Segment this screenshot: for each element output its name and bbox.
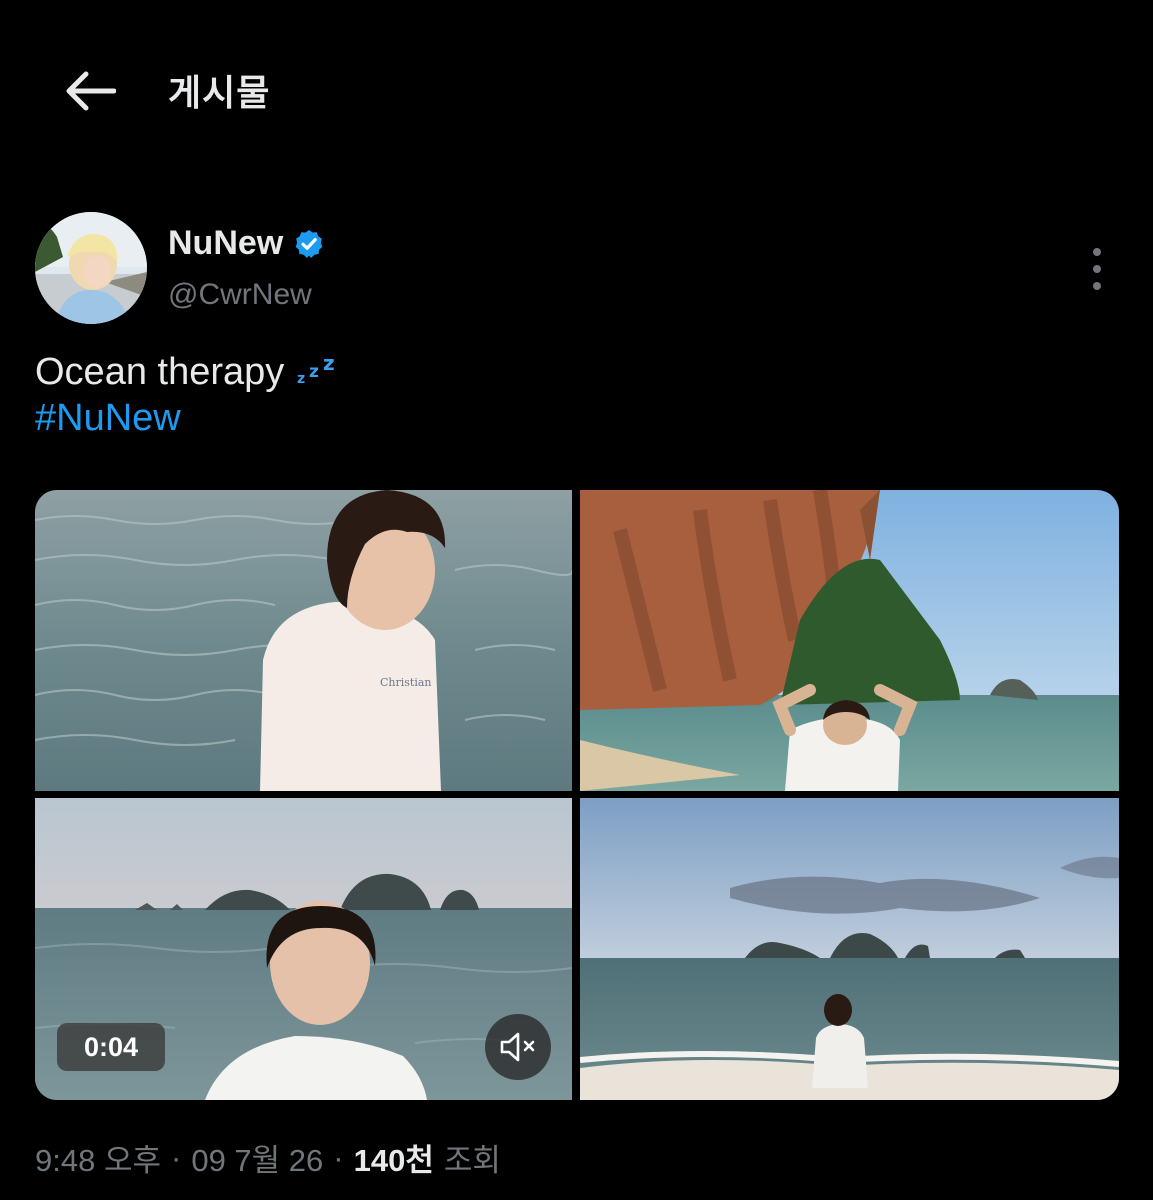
video-sea-islands[interactable]: 0:04	[35, 798, 572, 1100]
back-button[interactable]	[58, 62, 122, 120]
author-handle[interactable]: @CwrNew	[168, 278, 312, 312]
svg-text:z: z	[309, 362, 319, 382]
arrow-left-icon	[66, 71, 116, 111]
video-duration: 0:04	[57, 1023, 165, 1071]
photo-cliff-beach[interactable]	[580, 490, 1119, 791]
media-grid: Christian 0:04	[35, 490, 1119, 1100]
top-bar: 게시물	[0, 0, 1153, 175]
author-name-row[interactable]: NuNew	[168, 224, 325, 263]
post-text-body: Ocean therapy	[35, 351, 285, 393]
avatar[interactable]	[35, 212, 147, 324]
post-meta: 9:48 오후 · 09 7월 26 · 140천 조회	[35, 1135, 501, 1180]
post-text: Ocean therapy z z z	[35, 349, 341, 395]
svg-text:Christian: Christian	[380, 676, 432, 689]
more-dot	[1093, 265, 1101, 273]
views-count: 140천	[353, 1143, 434, 1178]
mute-button[interactable]	[485, 1014, 551, 1080]
svg-text:z: z	[297, 371, 305, 386]
verified-badge-icon	[295, 229, 323, 258]
views-label: 조회	[443, 1143, 501, 1178]
separator: ·	[171, 1139, 182, 1175]
photo-sunset-beach[interactable]	[580, 798, 1119, 1100]
author-display-name[interactable]: NuNew	[168, 224, 283, 263]
more-vertical-icon	[1093, 248, 1101, 256]
separator: ·	[333, 1139, 344, 1175]
page-title: 게시물	[168, 73, 271, 114]
post-time[interactable]: 9:48 오후	[35, 1135, 161, 1180]
post-date[interactable]: 09 7월 26	[191, 1135, 323, 1180]
photo-boy-sea[interactable]: Christian	[35, 490, 572, 791]
mute-icon	[500, 1032, 535, 1062]
hashtag-link[interactable]: #NuNew	[35, 397, 181, 440]
more-dot	[1093, 282, 1101, 290]
more-options-button[interactable]	[1080, 248, 1114, 290]
svg-text:z: z	[323, 354, 335, 375]
zzz-emoji: z z z	[297, 351, 335, 387]
